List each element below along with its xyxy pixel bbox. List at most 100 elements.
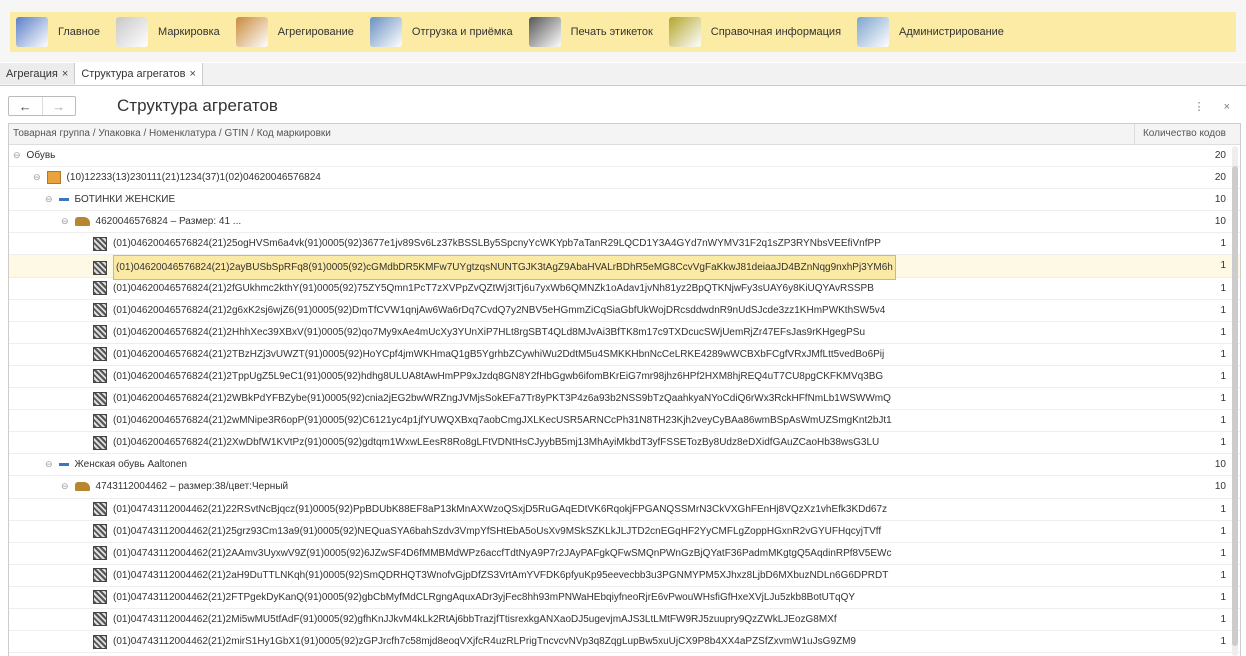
row-text: (01)04743112004462(21)2Mi5wMU5tfAdF(91)0…	[113, 613, 837, 625]
vertical-scrollbar[interactable]	[1232, 146, 1238, 656]
section-bar: Главное Маркировка Агрегирование Отгрузка и…	[10, 12, 1236, 52]
collapse-toggle-icon[interactable]: ⊖	[45, 454, 53, 475]
row-text: БОТИНКИ ЖЕНСКИЕ	[74, 194, 176, 206]
collapse-toggle-icon[interactable]: ⊖	[61, 476, 69, 497]
tree-row[interactable]: (01)04743112004462(21)2Mi5wMU5tfAdF(91)0…	[9, 609, 1240, 632]
group-icon	[58, 463, 69, 467]
nav-item-2[interactable]: Агрегирование	[230, 12, 364, 52]
tree-row[interactable]: (01)04743112004462(21)2mirS1Hy1GbX1(91)0…	[9, 631, 1240, 654]
truck-icon	[369, 17, 402, 47]
row-count: 1	[1220, 437, 1226, 449]
tree-row[interactable]: (01)04743112004462(21)2AAmv3UyxwV9Z(91)0…	[9, 543, 1240, 565]
nav-item-label: Главное	[58, 26, 101, 38]
collapse-toggle-icon[interactable]: ⊖	[33, 167, 41, 188]
tree-row[interactable]: ⊖ 4743112004462 – размер:38/цвет:Черный 10	[9, 476, 1240, 499]
tree-row[interactable]: (01)04620046576824(21)2ayBUSbSpRFq8(91)0…	[9, 255, 1240, 281]
nav-item-label: Справочная информация	[710, 26, 842, 38]
home-icon	[16, 17, 48, 47]
history-nav: ← →	[8, 96, 76, 116]
tree-row[interactable]: (01)04620046576824(21)2wMNipe3R6opP(91)0…	[9, 410, 1240, 433]
nav-item-0[interactable]: Главное	[10, 12, 110, 52]
tree-row[interactable]: ⊖ (10)12233(13)230111(21)1234(37)1(02)046…	[9, 167, 1240, 190]
tree-row[interactable]: (01)04743112004462(21)25grz93Cm13a9(91)0…	[9, 521, 1240, 543]
tree-row[interactable]: (01)04620046576824(21)2g6xK2sj6wjZ6(91)0…	[9, 300, 1240, 322]
tree-row[interactable]: (01)04620046576824(21)2XwDbfW1KVtPz(91)0…	[9, 432, 1240, 455]
scrollbar-thumb[interactable]	[1232, 166, 1238, 646]
row-count: 1	[1220, 260, 1226, 272]
row-count: 1	[1220, 525, 1226, 537]
aggregate-tree-grid[interactable]: Товарная группа / Упаковка / Номенклатур…	[8, 123, 1241, 656]
tree-row[interactable]: (01)04620046576824(21)2TppUgZ5L9eC1(91)0…	[9, 366, 1240, 389]
row-text: (01)04743112004462(21)22RSvtNcBjqcz(91)0…	[113, 503, 888, 515]
row-text: (01)04620046576824(21)2HhhXec39XBxV(91)0…	[113, 326, 866, 338]
datamatrix-icon	[93, 281, 107, 296]
collapse-toggle-icon[interactable]: ⊖	[45, 189, 53, 210]
row-count: 1	[1220, 304, 1226, 316]
row-text: (01)04620046576824(21)2XwDbfW1KVtPz(91)0…	[113, 437, 880, 449]
nav-item-3[interactable]: Отгрузка и приёмка	[364, 12, 523, 52]
row-count: 20	[1214, 172, 1226, 184]
datamatrix-icon	[93, 413, 107, 428]
nav-item-4[interactable]: Печать этикеток	[523, 12, 663, 52]
collapse-toggle-icon[interactable]: ⊖	[61, 211, 69, 232]
nav-item-label: Отгрузка и приёмка	[411, 26, 513, 38]
tree-row[interactable]: (01)04743112004462(21)2aH9DuTTLNKqh(91)0…	[9, 565, 1240, 587]
tree-row[interactable]: (01)04743112004462(21)2FTPgekDyKanQ(91)0…	[9, 587, 1240, 609]
row-text: (01)04620046576824(21)2TBzHZj3vUWZT(91)0…	[113, 348, 885, 360]
computer-icon	[857, 17, 890, 47]
row-count: 1	[1220, 613, 1226, 625]
title-bar: ← → Структура агрегатов ⋮ ×	[0, 86, 1246, 120]
nav-item-label: Маркировка	[158, 26, 220, 38]
row-text: (01)04743112004462(21)2AAmv3UyxwV9Z(91)0…	[113, 547, 892, 559]
column-header-count[interactable]: Количество кодов	[1134, 124, 1230, 144]
tree-row[interactable]: ⊖ 4620046576824 – Размер: 41 ... 10	[9, 211, 1240, 234]
tab-label: Агрегация	[6, 67, 58, 80]
row-count: 1	[1220, 393, 1226, 405]
page-title: Структура агрегатов	[117, 96, 278, 115]
row-count: 10	[1214, 481, 1226, 493]
tree-row[interactable]: (01)04743112004462(21)22RSvtNcBjqcz(91)0…	[9, 499, 1240, 521]
row-count: 1	[1220, 415, 1226, 427]
tree-row[interactable]: (01)04620046576824(21)2fGUkhmc2kthY(91)0…	[9, 278, 1240, 300]
datamatrix-icon	[93, 369, 107, 384]
row-text: (01)04620046576824(21)2TppUgZ5L9eC1(91)0…	[113, 370, 884, 382]
printer-icon	[528, 17, 561, 47]
row-count: 1	[1220, 636, 1226, 648]
row-text: (01)04620046576824(21)2wMNipe3R6opP(91)0…	[113, 415, 892, 427]
tab-1[interactable]: Структура агрегатов ×	[75, 63, 203, 85]
tree-row[interactable]: ⊖ БОТИНКИ ЖЕНСКИЕ 10	[9, 189, 1240, 212]
books-icon	[668, 17, 701, 47]
row-count: 20	[1214, 150, 1226, 161]
nav-item-label: Агрегирование	[277, 26, 354, 38]
tab-0[interactable]: Агрегация ×	[0, 63, 76, 84]
tab-bar: Агрегация × Структура агрегатов ×	[0, 63, 1246, 86]
tab-close-icon[interactable]: ×	[189, 68, 195, 80]
datamatrix-icon	[93, 568, 107, 583]
tree-row[interactable]: (01)04620046576824(21)25ogHVSm6a4vk(91)0…	[9, 233, 1240, 256]
datamatrix-icon	[93, 435, 107, 450]
grid-header: Товарная группа / Упаковка / Номенклатур…	[9, 124, 1240, 145]
row-text: (01)04620046576824(21)2fGUkhmc2kthY(91)0…	[113, 282, 874, 294]
tree-row[interactable]: (01)04620046576824(21)2TBzHZj3vUWZT(91)0…	[9, 344, 1240, 366]
datamatrix-icon	[93, 260, 107, 275]
back-button[interactable]: ←	[9, 97, 43, 115]
nav-item-5[interactable]: Справочная информация	[663, 12, 851, 52]
nav-item-1[interactable]: Маркировка	[110, 12, 230, 52]
column-header-tree[interactable]: Товарная группа / Упаковка / Номенклатур…	[13, 128, 331, 139]
collapse-toggle-icon[interactable]: ⊖	[13, 145, 21, 166]
nav-item-label: Печать этикеток	[570, 26, 653, 38]
row-count: 1	[1220, 591, 1226, 603]
row-count: 10	[1214, 194, 1226, 206]
tree-row[interactable]: (01)04620046576824(21)2HhhXec39XBxV(91)0…	[9, 322, 1240, 344]
datamatrix-icon	[93, 347, 107, 362]
window-controls[interactable]: ⋮ ×	[1194, 100, 1238, 113]
tab-close-icon[interactable]: ×	[62, 68, 68, 80]
tree-row[interactable]: ⊖ Обувь 20	[9, 145, 1240, 168]
row-text: (10)12233(13)230111(21)1234(37)1(02)0462…	[66, 172, 321, 184]
tree-row[interactable]: ⊖ Женская обувь Aaltonen 10	[9, 454, 1240, 477]
row-count: 1	[1220, 238, 1226, 250]
row-text: (01)04620046576824(21)2g6xK2sj6wjZ6(91)0…	[113, 304, 886, 316]
nav-item-6[interactable]: Администрирование	[851, 12, 1014, 52]
forward-button[interactable]: →	[43, 97, 76, 115]
tree-row[interactable]: (01)04620046576824(21)2WBkPdYFBZybe(91)0…	[9, 388, 1240, 411]
